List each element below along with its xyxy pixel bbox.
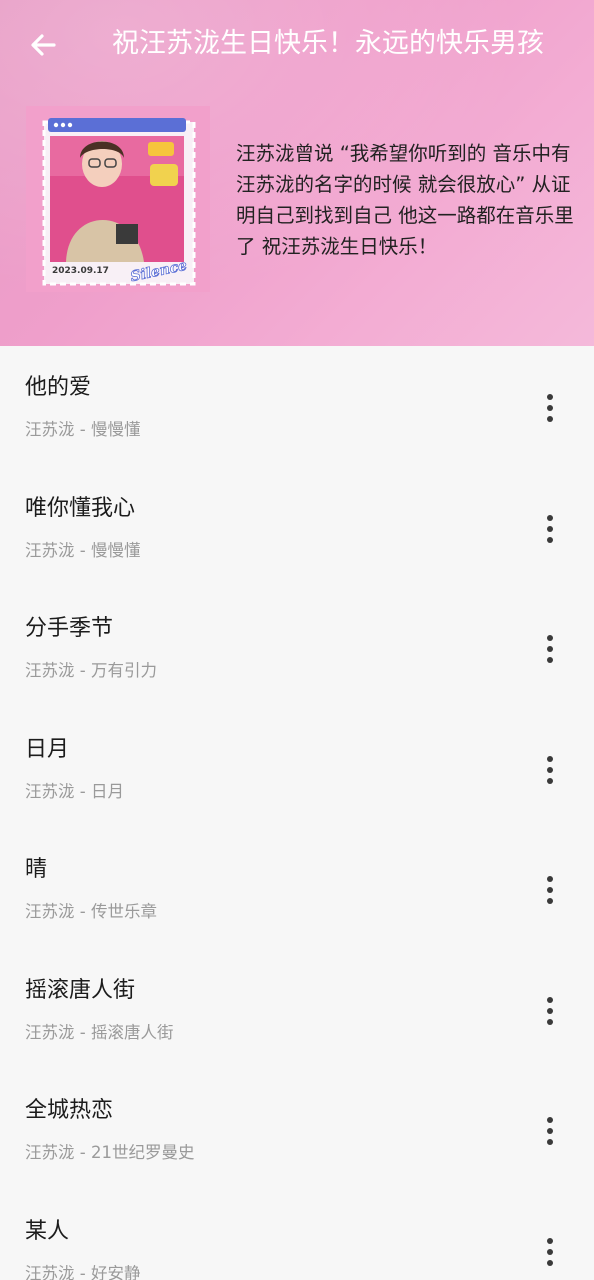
song-row[interactable]: 全城热恋汪苏泷 - 21世纪罗曼史 xyxy=(0,1069,594,1190)
more-options-button[interactable] xyxy=(534,1234,566,1270)
song-row[interactable]: 分手季节汪苏泷 - 万有引力 xyxy=(0,587,594,708)
song-artist-album: 汪苏泷 - 传世乐章 xyxy=(25,902,157,921)
more-options-button[interactable] xyxy=(534,993,566,1029)
more-options-button[interactable] xyxy=(534,872,566,908)
playlist-screen: 祝汪苏泷生日快乐！永远的快乐男孩 2023.09.17 Silence 汪苏泷曾… xyxy=(0,0,594,1280)
song-title: 晴 xyxy=(25,857,48,882)
song-title: 分手季节 xyxy=(25,616,114,641)
more-vertical-icon xyxy=(547,1117,553,1145)
song-list: 他的爱 汪苏泷 - 慢慢懂 唯你懂我心 汪苏泷 - 慢慢懂 分手季节 汪苏泷 - 万有引力… xyxy=(0,346,594,1280)
song-title: 全城热恋 xyxy=(25,1098,114,1123)
more-vertical-icon xyxy=(547,635,553,663)
cover-date: 2023.09.17 xyxy=(52,266,109,276)
song-row[interactable]: 唯你懂我心汪苏泷 - 慢慢懂 xyxy=(0,467,594,588)
more-vertical-icon xyxy=(547,755,553,784)
song-row[interactable]: 某人汪苏泷 - 好安静 xyxy=(0,1190,594,1280)
song-artist-album: 汪苏泷 - 摇滚唐人街 xyxy=(25,1022,174,1042)
arrow-left-icon xyxy=(31,34,56,56)
song-artist-album: 汪苏泷 - 万有引力 xyxy=(25,661,157,680)
song-title: 摇滚唐人街 xyxy=(25,977,136,1003)
more-options-button[interactable] xyxy=(534,1113,566,1149)
more-options-button[interactable] xyxy=(534,511,566,547)
more-vertical-icon xyxy=(547,876,553,904)
more-options-button[interactable] xyxy=(534,752,566,788)
more-options-button[interactable] xyxy=(534,631,566,667)
back-button[interactable] xyxy=(18,20,68,70)
playlist-description: 汪苏泷曾说 “我希望你听到的 音乐中有汪苏泷的名字的时候 就会很放心” 从证明自… xyxy=(236,142,574,258)
more-vertical-icon xyxy=(547,514,553,543)
song-artist-album: 汪苏泷 - 慢慢懂 xyxy=(25,420,141,439)
more-vertical-icon xyxy=(547,394,553,422)
more-vertical-icon xyxy=(547,996,553,1025)
playlist-header: 祝汪苏泷生日快乐！永远的快乐男孩 2023.09.17 Silence 汪苏泷曾… xyxy=(0,0,594,346)
song-row[interactable]: 摇滚唐人街汪苏泷 - 摇滚唐人街 xyxy=(0,949,594,1070)
song-artist-album: 汪苏泷 - 日月 xyxy=(25,781,124,801)
song-title: 他的爱 xyxy=(25,375,92,400)
song-row[interactable]: 晴汪苏泷 - 传世乐章 xyxy=(0,828,594,949)
more-vertical-icon xyxy=(547,1237,553,1266)
cover-image: 2023.09.17 Silence xyxy=(26,106,210,292)
playlist-title: 祝汪苏泷生日快乐！永远的快乐男孩 xyxy=(112,28,544,59)
song-title: 某人 xyxy=(25,1218,70,1244)
song-artist-album: 汪苏泷 - 21世纪罗曼史 xyxy=(25,1143,195,1162)
song-row[interactable]: 日月汪苏泷 - 日月 xyxy=(0,708,594,829)
song-artist-album: 汪苏泷 - 慢慢懂 xyxy=(25,540,141,560)
song-artist-album: 汪苏泷 - 好安静 xyxy=(25,1263,141,1280)
song-row[interactable]: 他的爱汪苏泷 - 慢慢懂 xyxy=(0,346,594,467)
song-title: 唯你懂我心 xyxy=(25,495,136,521)
song-title: 日月 xyxy=(25,736,70,762)
more-options-button[interactable] xyxy=(534,390,566,426)
playlist-cover[interactable]: 2023.09.17 Silence xyxy=(26,106,210,292)
